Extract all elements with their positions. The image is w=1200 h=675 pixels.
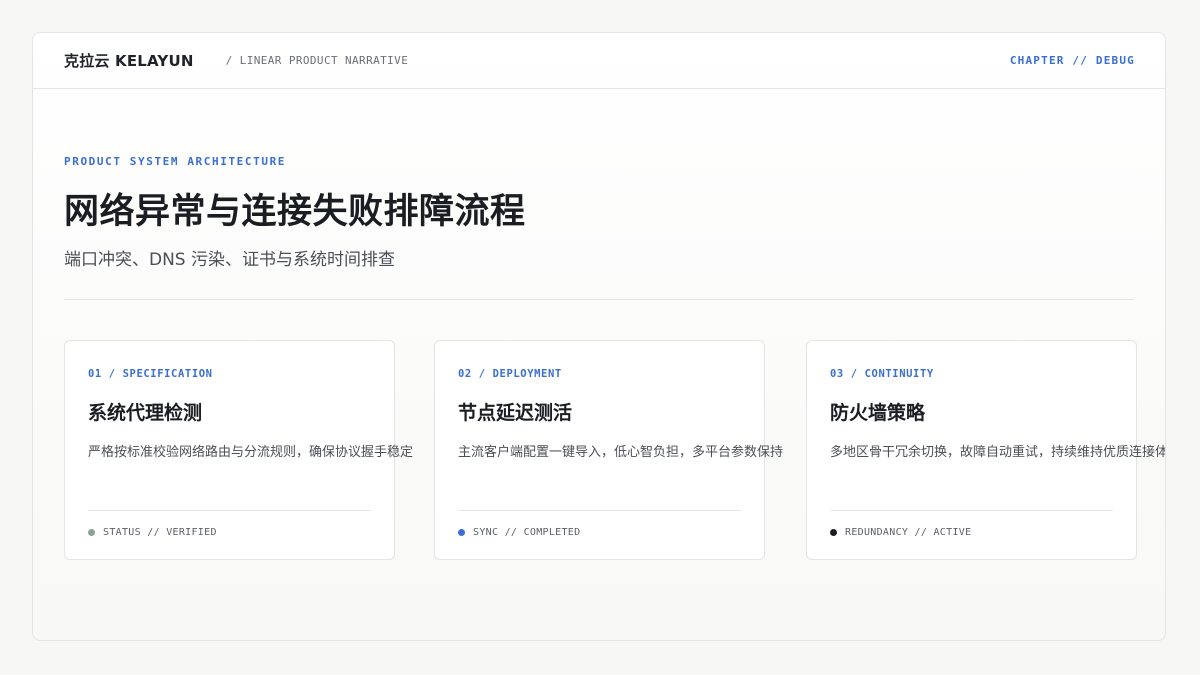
card-title: 系统代理检测 bbox=[88, 402, 203, 424]
card-label: 03 / CONTINUITY bbox=[830, 368, 934, 380]
narrative-label: / LINEAR PRODUCT NARRATIVE bbox=[225, 54, 409, 67]
status-badge: SYNC // COMPLETED bbox=[458, 527, 580, 538]
card-description: 严格按标准校验网络路由与分流规则，确保协议握手稳定 bbox=[88, 445, 414, 460]
section-divider bbox=[64, 299, 1134, 300]
card-title: 节点延迟测活 bbox=[458, 402, 573, 424]
status-badge: REDUNDANCY // ACTIVE bbox=[830, 527, 971, 538]
card-description: 多地区骨干冗余切换，故障自动重试，持续维持优质连接体验 bbox=[830, 445, 1166, 460]
status-text: STATUS // VERIFIED bbox=[103, 527, 217, 538]
status-text: SYNC // COMPLETED bbox=[473, 527, 581, 538]
card-divider bbox=[458, 510, 741, 511]
card-deployment[interactable]: 02 / DEPLOYMENT 节点延迟测活 主流客户端配置一键导入，低心智负担… bbox=[434, 340, 783, 560]
status-text: REDUNDANCY // ACTIVE bbox=[845, 527, 972, 538]
card-label: 02 / DEPLOYMENT bbox=[458, 368, 562, 380]
main-panel: 克拉云 KELAYUN / LINEAR PRODUCT NARRATIVE C… bbox=[32, 32, 1166, 641]
card-title: 防火墙策略 bbox=[830, 402, 926, 424]
card-divider bbox=[830, 510, 1113, 511]
top-bar: 克拉云 KELAYUN / LINEAR PRODUCT NARRATIVE C… bbox=[33, 33, 1165, 89]
status-dot-icon bbox=[88, 529, 95, 536]
brand-logo-text[interactable]: 克拉云 KELAYUN bbox=[64, 50, 194, 71]
chapter-link[interactable]: CHAPTER // DEBUG bbox=[1010, 54, 1135, 67]
page-title: 网络异常与连接失败排障流程 bbox=[64, 192, 526, 232]
status-dot-icon bbox=[458, 529, 465, 536]
card-specification[interactable]: 01 / SPECIFICATION 系统代理检测 严格按标准校验网络路由与分流… bbox=[64, 340, 413, 560]
card-continuity[interactable]: 03 / CONTINUITY 防火墙策略 多地区骨干冗余切换，故障自动重试，持… bbox=[806, 340, 1165, 560]
page-subtitle: 端口冲突、DNS 污染、证书与系统时间排查 bbox=[64, 250, 396, 270]
card-divider bbox=[88, 510, 371, 511]
section-kicker: PRODUCT SYSTEM ARCHITECTURE bbox=[64, 155, 287, 168]
card-label: 01 / SPECIFICATION bbox=[88, 368, 213, 380]
status-badge: STATUS // VERIFIED bbox=[88, 527, 217, 538]
status-dot-icon bbox=[830, 529, 837, 536]
card-description: 主流客户端配置一键导入，低心智负担，多平台参数保持 bbox=[458, 445, 784, 460]
